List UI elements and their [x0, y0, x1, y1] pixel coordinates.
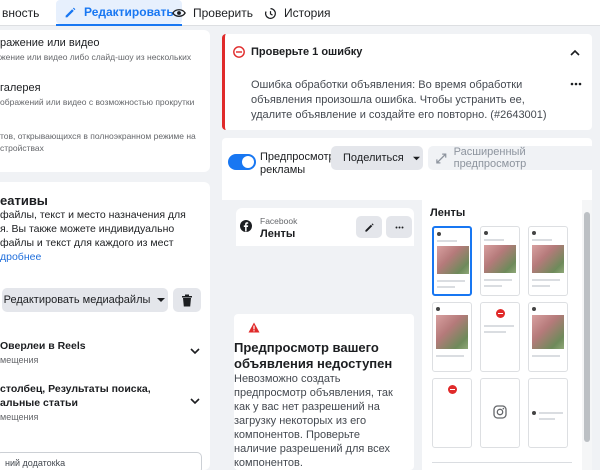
preview-toggle-label: Предпросмотр рекламы [260, 151, 335, 176]
facebook-icon [240, 220, 252, 232]
history-icon [264, 7, 276, 19]
error-title: Проверьте 1 ошибку [251, 46, 363, 58]
error-icon [233, 46, 245, 58]
feeds-thumbnail-panel: Ленты [426, 200, 582, 470]
pencil-icon [65, 7, 76, 17]
trash-icon [182, 294, 192, 306]
preview-placement-name: Ленты [260, 228, 296, 240]
chevron-down-icon [412, 156, 420, 160]
error-message: Ошибка обработки объявления: Во время об… [251, 79, 547, 121]
more-icon [395, 226, 403, 228]
placement-search-title: столбец, Результаты поиска, [0, 383, 151, 395]
preview-unavailable-title: Предпросмотр вашего объявления недоступе… [234, 340, 393, 371]
preview-source: Facebook [260, 216, 298, 226]
no-entry-icon [448, 385, 457, 394]
feed-thumbnail[interactable] [432, 302, 472, 372]
delete-media-button[interactable] [173, 288, 201, 312]
tab-edit[interactable]: Редактировать [56, 0, 182, 26]
feed-thumbnail[interactable] [528, 226, 568, 296]
feed-thumbnail[interactable] [480, 302, 520, 372]
creatives-title: еативы [0, 193, 48, 208]
format-option-collection-desc: тов, открывающихся в полноэкранном режим… [0, 131, 196, 141]
bottom-text-field[interactable]: ний додатокka [0, 452, 202, 470]
feeds-scrollbar[interactable] [582, 200, 592, 470]
placement-reels-title: Оверлеи в Reels [0, 340, 86, 352]
instagram-icon [493, 405, 507, 419]
feed-thumbnail[interactable] [432, 378, 472, 448]
chevron-down-icon[interactable] [190, 348, 200, 355]
feed-thumbnail[interactable] [528, 378, 568, 448]
error-card: Проверьте 1 ошибку Ошибка обработки объя… [222, 34, 592, 130]
preview-card: Предпросмотр рекламы Поделиться Расширен… [222, 138, 596, 470]
expand-icon [436, 152, 447, 164]
no-entry-icon [496, 309, 505, 318]
chevron-down-icon [157, 298, 166, 302]
tab-performance[interactable]: вность [2, 0, 39, 26]
top-tab-bar: вность Редактировать Проверить История [0, 0, 600, 26]
edit-preview-button[interactable] [356, 216, 382, 238]
chevron-up-icon[interactable] [570, 49, 580, 56]
edit-media-button[interactable]: Редактировать медиафайлы [2, 288, 168, 312]
preview-unavailable-message: Невозможно создать предпросмотр объявлен… [234, 373, 393, 469]
feed-thumbnail[interactable] [528, 302, 568, 372]
feed-thumbnail[interactable] [480, 226, 520, 296]
format-option-carousel[interactable]: галерея [0, 82, 41, 94]
preview-more-button[interactable] [386, 216, 412, 238]
warning-icon [248, 322, 260, 333]
tab-history[interactable]: История [264, 0, 331, 26]
learn-more-link[interactable]: дробнее [0, 250, 41, 264]
feeds-title: Ленты [430, 207, 466, 219]
feed-thumbnail[interactable] [432, 226, 472, 296]
preview-toggle[interactable] [228, 154, 256, 170]
tab-review[interactable]: Проверить [172, 0, 253, 26]
chevron-down-icon[interactable] [190, 398, 200, 405]
feed-thumbnail-instagram[interactable] [480, 378, 520, 448]
format-option-single[interactable]: ражение или видео [0, 37, 100, 49]
pencil-icon [364, 222, 374, 232]
more-icon[interactable] [570, 82, 582, 86]
eye-icon [172, 9, 186, 17]
advanced-preview-button[interactable]: Расширенный предпросмотр [428, 146, 596, 170]
share-button[interactable]: Поделиться [331, 146, 423, 170]
